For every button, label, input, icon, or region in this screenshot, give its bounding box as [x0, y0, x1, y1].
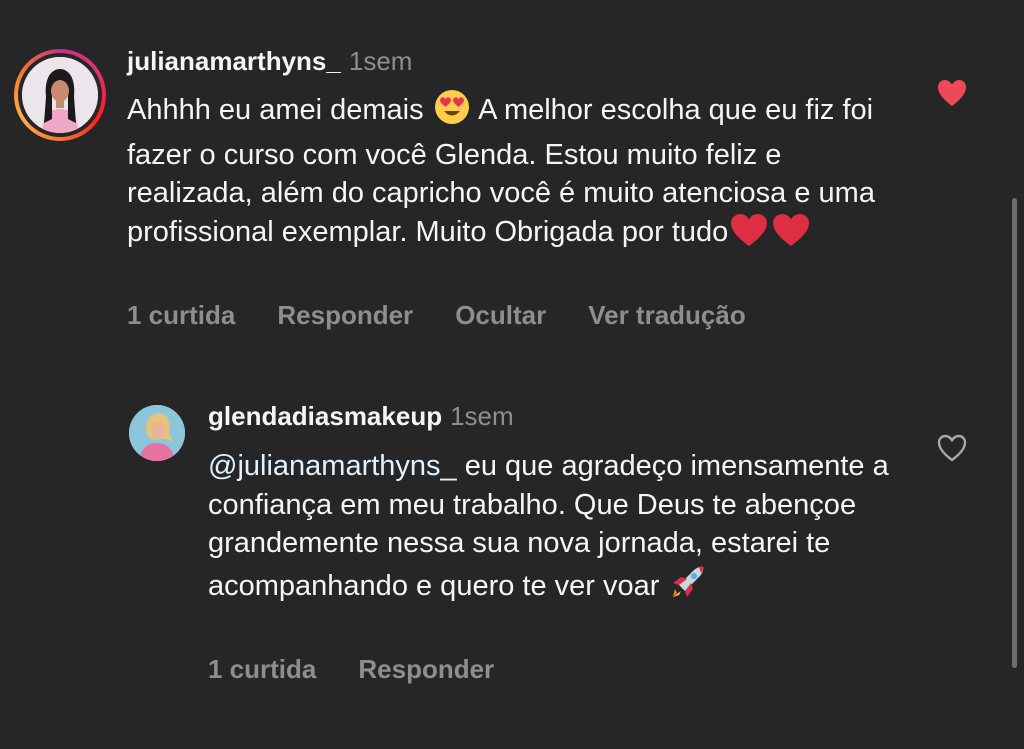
heart-eyes-emoji	[434, 89, 470, 136]
reply-actions: 1 curtida Responder	[208, 654, 494, 685]
comment-username[interactable]: julianamarthyns_	[127, 46, 341, 76]
comment-header: julianamarthyns_ 1sem	[127, 46, 412, 77]
comment-text-part1: Ahhhh eu amei demais	[127, 94, 432, 126]
avatar	[22, 57, 98, 133]
red-heart-emoji	[772, 213, 810, 258]
likes-count-link[interactable]: 1 curtida	[208, 654, 316, 685]
hide-button[interactable]: Ocultar	[455, 300, 546, 331]
comments-screen: julianamarthyns_ 1sem Ahhhh eu amei demai…	[0, 0, 1024, 749]
heart-filled-icon[interactable]	[936, 78, 968, 108]
reply-header: glendadiasmakeup 1sem	[208, 401, 514, 432]
reply-username[interactable]: glendadiasmakeup	[208, 401, 442, 431]
reply-text: @julianamarthyns_ eu que agradeço imensa…	[208, 447, 908, 611]
comment-actions: 1 curtida Responder Ocultar Ver tradução	[127, 300, 746, 331]
see-translation-button[interactable]: Ver tradução	[588, 300, 746, 331]
reply-button[interactable]: Responder	[277, 300, 413, 331]
likes-count-link[interactable]: 1 curtida	[127, 300, 235, 331]
scrollbar[interactable]	[1012, 198, 1017, 668]
red-heart-emoji	[730, 213, 768, 258]
avatar[interactable]	[129, 405, 185, 461]
comment-text: Ahhhh eu amei demais A melhor escolha qu…	[127, 89, 907, 257]
reply-button[interactable]: Responder	[358, 654, 494, 685]
comment-time: 1sem	[348, 46, 413, 76]
rocket-emoji	[669, 563, 707, 612]
reply-time: 1sem	[450, 401, 514, 431]
story-ring-avatar[interactable]	[14, 49, 106, 141]
heart-outline-icon[interactable]	[936, 433, 968, 463]
mention-link[interactable]: @julianamarthyns_	[208, 450, 457, 482]
